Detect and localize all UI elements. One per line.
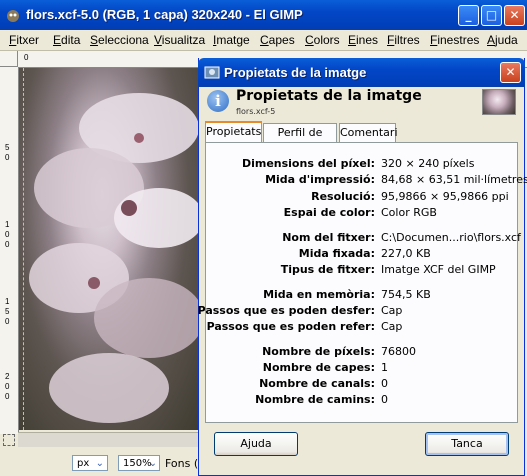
zoom-value: 150% bbox=[123, 458, 152, 469]
value-resolution: 95,9866 × 95,9866 ppi bbox=[381, 190, 509, 203]
value-file-size: 227,0 KB bbox=[381, 247, 431, 260]
help-button[interactable]: Ajuda bbox=[214, 432, 298, 456]
menu-ajuda[interactable]: Ajuda bbox=[487, 33, 518, 47]
value-file-name: C:\Documen...rio\flors.xcf bbox=[381, 231, 521, 244]
menu-colors[interactable]: Colors bbox=[305, 33, 340, 47]
menu-capes[interactable]: Capes bbox=[260, 33, 295, 47]
menu-selecciona[interactable]: Selecciona bbox=[90, 33, 149, 47]
ruler-tick-label: 0 bbox=[5, 392, 10, 401]
dialog-window-title: Propietats de la imatge bbox=[224, 65, 367, 80]
dialog-header: i Propietats de la imatge flors.xcf-5 bbox=[199, 87, 524, 120]
tab-propietats[interactable]: Propietats bbox=[205, 121, 262, 143]
label-pixel-dimensions: Dimensions del píxel: bbox=[241, 157, 375, 170]
dialog-app-icon bbox=[204, 64, 220, 80]
ruler-tick-label: 0 bbox=[5, 230, 10, 239]
menu-eines[interactable]: Eines bbox=[348, 33, 378, 47]
chevron-down-icon: ⌄ bbox=[95, 458, 104, 469]
value-print-size: 84,68 × 63,51 mil·límetres bbox=[381, 173, 527, 186]
dialog-titlebar[interactable]: Propietats de la imatge ✕ bbox=[198, 58, 525, 87]
label-undo-steps: Passos que es poden desfer: bbox=[197, 304, 375, 317]
main-titlebar[interactable]: flors.xcf-5.0 (RGB, 1 capa) 320x240 - El… bbox=[0, 0, 527, 30]
value-memory-size: 754,5 KB bbox=[381, 288, 431, 301]
ruler-tick-label: 5 bbox=[5, 143, 10, 152]
dialog-subheading: flors.xcf-5 bbox=[236, 107, 276, 116]
dialog-close-button[interactable]: ✕ bbox=[500, 62, 521, 83]
ruler-tick-label: 0 bbox=[5, 317, 10, 326]
flower-photo bbox=[29, 93, 204, 423]
main-window-title: flors.xcf-5.0 (RGB, 1 capa) 320x240 - El… bbox=[26, 7, 303, 22]
value-pixel-dimensions: 320 × 240 píxels bbox=[381, 157, 475, 170]
tab-comentari[interactable]: Comentari bbox=[339, 123, 398, 142]
close-window-button[interactable]: ✕ bbox=[504, 5, 525, 26]
value-redo-steps: Cap bbox=[381, 320, 403, 333]
menu-filtres[interactable]: Filtres bbox=[387, 33, 420, 47]
ruler-tick-label: 0 bbox=[5, 240, 10, 249]
minimize-button[interactable]: _ bbox=[458, 5, 479, 26]
unit-value: px bbox=[77, 458, 90, 469]
chevron-down-icon: ⌄ bbox=[148, 458, 157, 469]
label-path-count: Nombre de camins: bbox=[255, 393, 375, 406]
ruler-tick-label: 0 bbox=[5, 382, 10, 391]
image-canvas[interactable] bbox=[19, 68, 204, 430]
label-file-type: Tipus de fitxer: bbox=[280, 263, 375, 276]
value-undo-steps: Cap bbox=[381, 304, 403, 317]
ruler-corner[interactable] bbox=[0, 51, 18, 67]
ruler-tick-label: 0 bbox=[5, 153, 10, 162]
ruler-tick-label: 1 bbox=[5, 297, 10, 306]
label-print-size: Mida d'impressió: bbox=[265, 173, 375, 186]
label-layer-count: Nombre de capes: bbox=[262, 361, 375, 374]
maximize-button[interactable]: □ bbox=[481, 5, 502, 26]
label-redo-steps: Passos que es poden refer: bbox=[206, 320, 375, 333]
unit-select[interactable]: px ⌄ bbox=[72, 455, 108, 471]
info-icon: i bbox=[207, 90, 229, 112]
value-file-type: Imatge XCF del GIMP bbox=[381, 263, 496, 276]
menu-finestres[interactable]: Finestres bbox=[430, 33, 479, 47]
zoom-select[interactable]: 150% ⌄ bbox=[118, 455, 160, 471]
menu-visualitza[interactable]: Visualitza bbox=[154, 33, 205, 47]
label-file-name: Nom del fitxer: bbox=[282, 231, 375, 244]
value-color-space: Color RGB bbox=[381, 206, 437, 219]
label-color-space: Espai de color: bbox=[283, 206, 375, 219]
menu-imatge[interactable]: Imatge bbox=[213, 33, 250, 47]
quickmask-toggle-icon[interactable] bbox=[3, 434, 15, 446]
dialog-heading: Propietats de la imatge bbox=[236, 88, 422, 104]
vertical-ruler[interactable]: 5 0 1 0 0 1 5 0 2 0 0 bbox=[0, 67, 19, 434]
label-resolution: Resolució: bbox=[311, 190, 375, 203]
ruler-tick-label: 5 bbox=[5, 307, 10, 316]
tab-perfil-de-color[interactable]: Perfil de color bbox=[263, 123, 337, 157]
gimp-app-icon bbox=[5, 7, 21, 23]
value-layer-count: 1 bbox=[381, 361, 388, 374]
horizontal-scrollbar[interactable] bbox=[18, 432, 204, 447]
close-button[interactable]: Tanca bbox=[425, 432, 509, 456]
label-pixel-count: Nombre de píxels: bbox=[262, 345, 375, 358]
value-pixel-count: 76800 bbox=[381, 345, 416, 358]
value-channel-count: 0 bbox=[381, 377, 388, 390]
image-thumbnail bbox=[482, 89, 516, 115]
label-file-size: Mida fixada: bbox=[298, 247, 375, 260]
label-channel-count: Nombre de canals: bbox=[259, 377, 375, 390]
ruler-tick-label: 1 bbox=[5, 220, 10, 229]
close-button-label: Tanca bbox=[451, 437, 483, 450]
ruler-tick-label: 2 bbox=[5, 372, 10, 381]
menu-edita[interactable]: Edita bbox=[53, 33, 80, 47]
menubar: Fitxer Edita Selecciona Visualitza Imatg… bbox=[0, 30, 527, 51]
ruler-tick-label: 0 bbox=[24, 53, 29, 62]
value-path-count: 0 bbox=[381, 393, 388, 406]
help-button-label: Ajuda bbox=[240, 437, 272, 450]
menu-fitxer[interactable]: Fitxer bbox=[9, 33, 39, 47]
label-memory-size: Mida en memòria: bbox=[263, 288, 375, 301]
